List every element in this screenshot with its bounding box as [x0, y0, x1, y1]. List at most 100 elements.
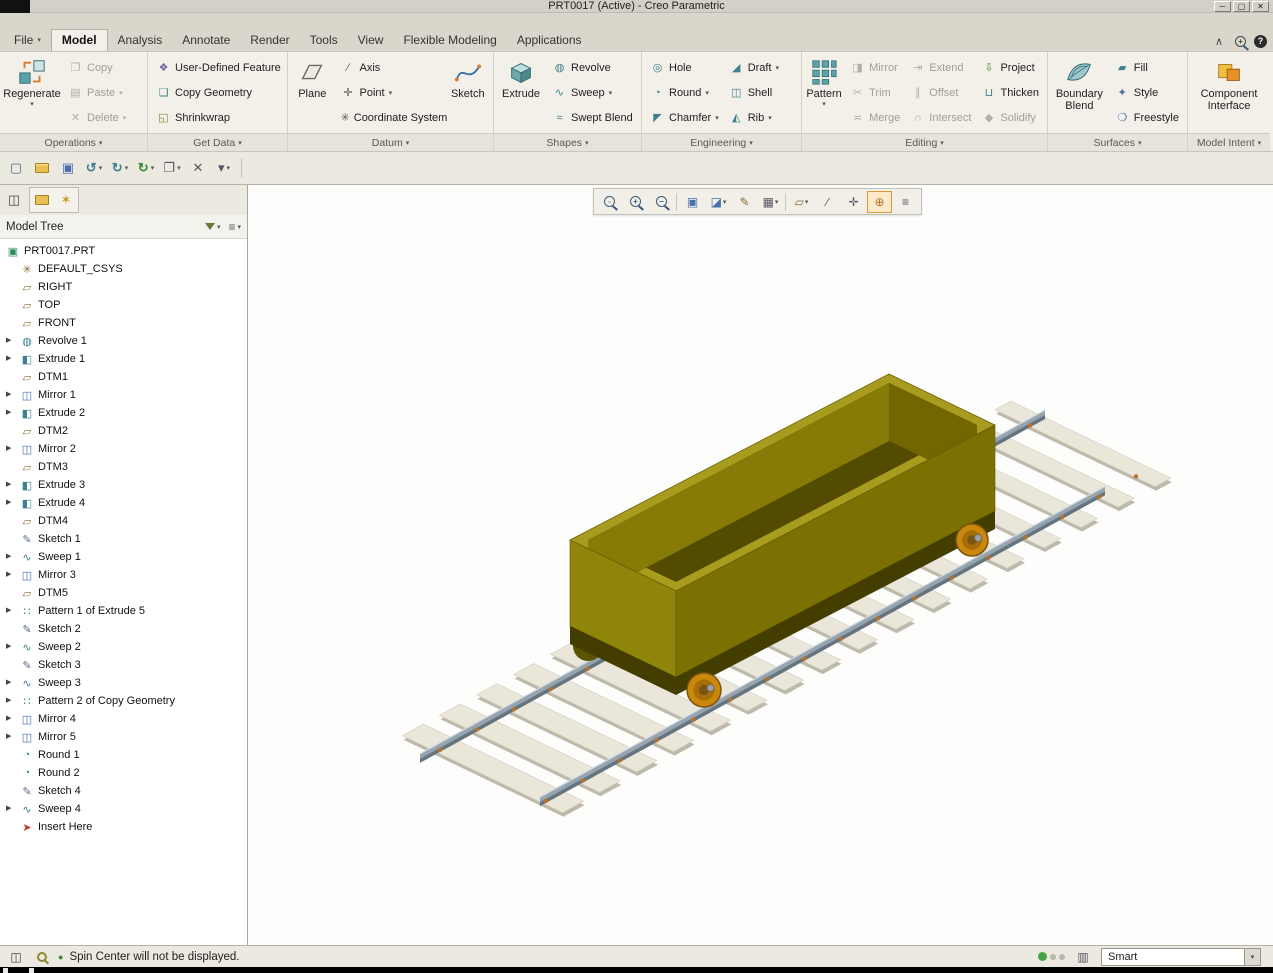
menu-tab[interactable]: File ▾ [4, 30, 51, 51]
tree-filter-button[interactable]: ▾ [204, 223, 220, 231]
axis-display-button[interactable] [815, 191, 840, 213]
view-manager-button[interactable] [893, 191, 918, 213]
selection-filter-dropdown[interactable]: Smart ▾ [1101, 947, 1261, 966]
repaint-button[interactable] [680, 191, 705, 213]
close-button[interactable]: ✕ [1252, 1, 1269, 12]
selection-buffer-icon[interactable] [1073, 948, 1093, 966]
swept-blend-button[interactable]: Swept Blend [547, 105, 638, 130]
regenerate-button[interactable]: Regenerate ▾ [3, 55, 61, 109]
shrinkwrap-button[interactable]: Shrinkwrap [151, 105, 286, 130]
graphics-area[interactable]: ▾ ▾ [248, 185, 1273, 945]
tree-item[interactable]: ▶ Mirror 3 [0, 566, 247, 584]
solidify-button[interactable]: Solidify [976, 105, 1044, 130]
tree-item[interactable]: RIGHT [0, 278, 247, 296]
merge-button[interactable]: Merge [845, 105, 905, 130]
expand-icon[interactable]: ▶ [6, 638, 11, 656]
refit-button[interactable] [597, 191, 622, 213]
tree-item[interactable]: DTM5 [0, 584, 247, 602]
plane-button[interactable]: Plane [291, 55, 334, 100]
draft-button[interactable]: Draft▾ [724, 55, 784, 80]
tree-item[interactable]: ▶ Extrude 4 [0, 494, 247, 512]
expand-icon[interactable]: ▶ [6, 476, 11, 494]
tree-item[interactable]: TOP [0, 296, 247, 314]
tree-item[interactable]: FRONT [0, 314, 247, 332]
tree-item[interactable]: Round 1 [0, 746, 247, 764]
tree-settings-button[interactable]: ≡ ▾ [228, 220, 241, 234]
tree-item[interactable]: ▶ Sweep 1 [0, 548, 247, 566]
pattern-button[interactable]: Pattern ▾ [805, 55, 843, 109]
menu-tab[interactable]: View [348, 30, 394, 51]
hole-button[interactable]: Hole [645, 55, 724, 80]
maximize-button[interactable]: ▢ [1233, 1, 1250, 12]
close-window-button[interactable] [186, 156, 210, 180]
menu-tab[interactable]: Annotate [172, 30, 240, 51]
menu-tab[interactable]: Flexible Modeling [393, 30, 506, 51]
expand-icon[interactable]: ▶ [6, 602, 11, 620]
ribbon-group-label-model-intent[interactable]: Model Intent ▾ [1188, 133, 1270, 151]
tree-item[interactable]: DTM1 [0, 368, 247, 386]
expand-icon[interactable]: ▶ [6, 350, 11, 368]
tree-item[interactable]: Sketch 4 [0, 782, 247, 800]
favorites-icon[interactable] [55, 189, 77, 211]
expand-icon[interactable]: ▶ [6, 386, 11, 404]
menu-tab[interactable]: Analysis [108, 30, 173, 51]
thicken-button[interactable]: Thicken [976, 80, 1044, 105]
tree-item[interactable]: ▶ Mirror 2 [0, 440, 247, 458]
tree-item[interactable]: DTM3 [0, 458, 247, 476]
tree-item[interactable]: Sketch 2 [0, 620, 247, 638]
datum-display-button[interactable]: ▾ [789, 191, 814, 213]
tree-item[interactable]: DTM4 [0, 512, 247, 530]
tree-item[interactable]: ▶ Mirror 5 [0, 728, 247, 746]
sweep-button[interactable]: Sweep▾ [547, 80, 638, 105]
redo-button[interactable]: ▾ [108, 156, 132, 180]
tree-item[interactable]: ▶ Mirror 1 [0, 386, 247, 404]
expand-icon[interactable]: ▶ [6, 332, 11, 350]
tree-item[interactable]: ▶ Pattern 1 of Extrude 5 [0, 602, 247, 620]
copy-button[interactable]: Copy [63, 55, 131, 80]
tree-item[interactable]: Sketch 3 [0, 656, 247, 674]
project-button[interactable]: Project [976, 55, 1044, 80]
help-icon[interactable]: ? [1254, 34, 1267, 48]
expand-icon[interactable]: ▶ [6, 710, 11, 728]
expand-icon[interactable]: ▶ [6, 692, 11, 710]
ribbon-group-label-surfaces[interactable]: Surfaces ▾ [1048, 133, 1187, 151]
chevron-down-icon[interactable]: ▾ [1244, 948, 1260, 965]
regenerate-small-button[interactable]: ▾ [134, 156, 158, 180]
display-style-button[interactable]: ▾ [706, 191, 731, 213]
menu-tab[interactable]: Render [240, 30, 299, 51]
folder-browser-icon[interactable] [31, 189, 53, 211]
dropdown-arrow[interactable]: ▾ [30, 101, 34, 109]
tree-item[interactable]: Sketch 1 [0, 530, 247, 548]
minimize-button[interactable]: ─ [1214, 1, 1231, 12]
ribbon-group-label-datum[interactable]: Datum ▾ [288, 133, 493, 151]
tree-item[interactable]: DEFAULT_CSYS [0, 260, 247, 278]
revolve-button[interactable]: Revolve [547, 55, 638, 80]
point-button[interactable]: Point▾ [336, 80, 444, 105]
intersect-button[interactable]: Intersect [905, 105, 976, 130]
offset-button[interactable]: Offset [905, 80, 976, 105]
copy-geometry-button[interactable]: Copy Geometry [151, 80, 286, 105]
expand-icon[interactable]: ▶ [6, 674, 11, 692]
menu-tab[interactable]: Model [50, 29, 108, 51]
annotation-display-button[interactable] [732, 191, 757, 213]
zoom-in-button[interactable] [623, 191, 648, 213]
search-icon[interactable] [1235, 35, 1246, 47]
tree-item[interactable]: ▶ Extrude 2 [0, 404, 247, 422]
tree-item[interactable]: ▶ Sweep 3 [0, 674, 247, 692]
coordinate-system-button[interactable]: Coordinate System [336, 105, 448, 130]
spin-center-button[interactable] [867, 190, 892, 213]
sketch-button[interactable]: Sketch [446, 55, 490, 100]
ribbon-group-label-get-data[interactable]: Get Data ▾ [148, 133, 287, 151]
freestyle-button[interactable]: Freestyle [1110, 105, 1184, 130]
navigator-toggle-icon[interactable] [6, 948, 26, 966]
tree-item[interactable]: DTM2 [0, 422, 247, 440]
open-folder-button[interactable] [30, 156, 54, 180]
ribbon-group-label-editing[interactable]: Editing ▾ [802, 133, 1047, 151]
menu-tab[interactable]: Tools [300, 30, 348, 51]
delete-button[interactable]: Delete▾ [63, 105, 131, 130]
tree-item[interactable]: ▶ Pattern 2 of Copy Geometry [0, 692, 247, 710]
zoom-out-button[interactable] [649, 191, 674, 213]
fill-button[interactable]: Fill [1110, 55, 1184, 80]
rib-button[interactable]: Rib▾ [724, 105, 784, 130]
tree-item[interactable]: ▶ Revolve 1 [0, 332, 247, 350]
